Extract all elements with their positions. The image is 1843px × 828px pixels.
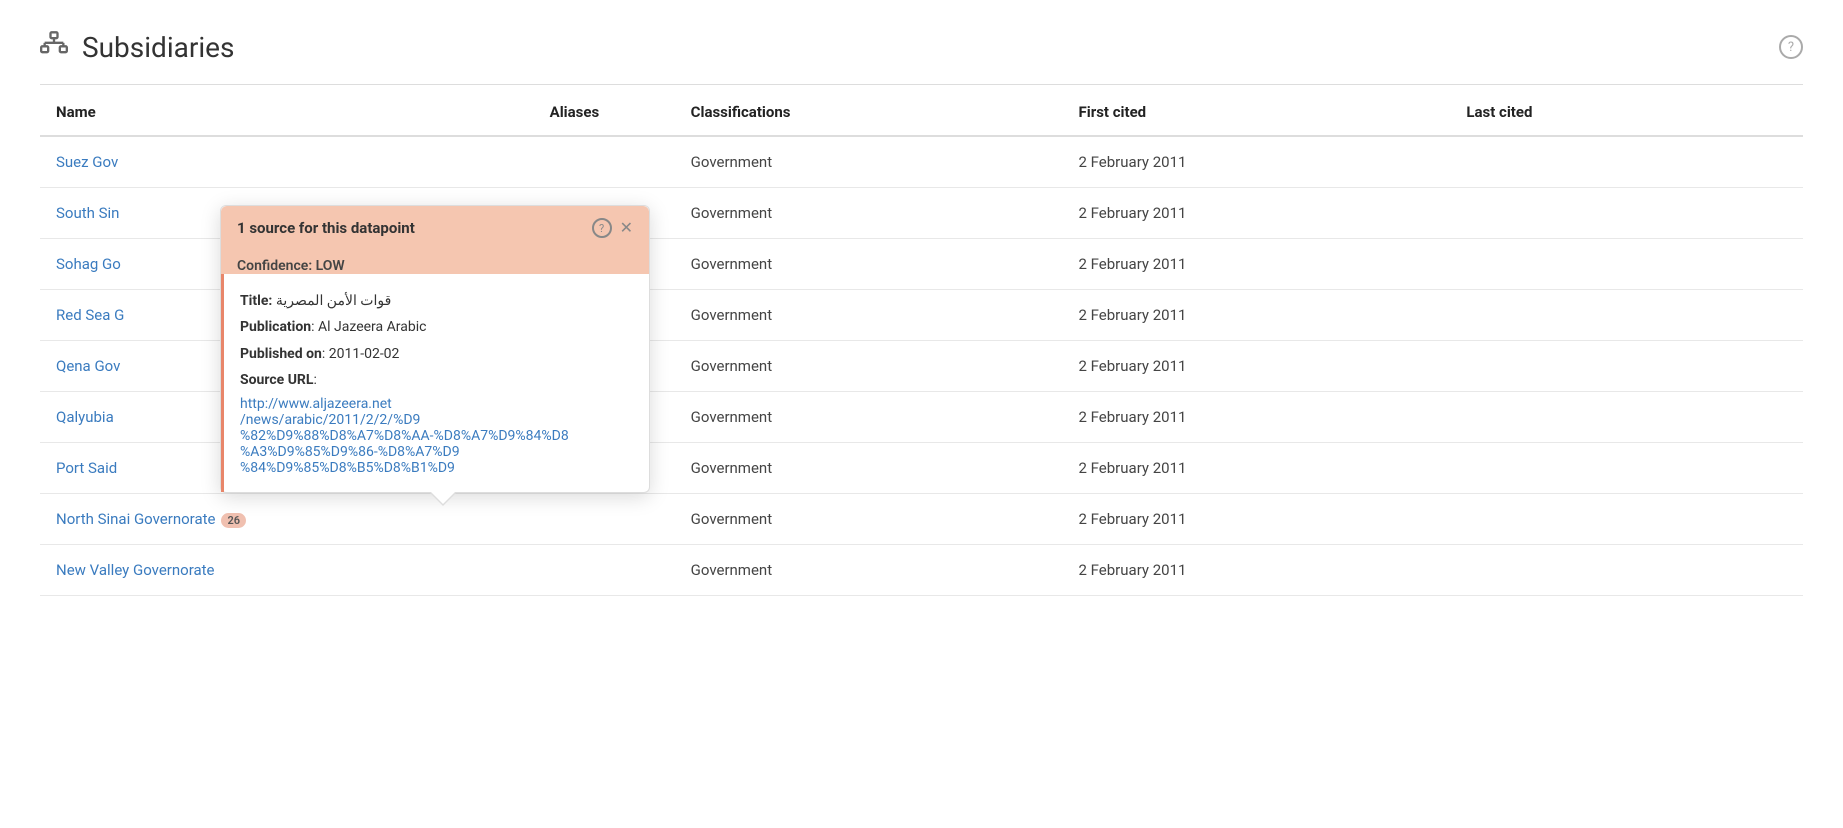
name-cell[interactable]: Suez Gov [40, 136, 534, 188]
name-link[interactable]: Suez Gov [56, 153, 118, 171]
source-url-link[interactable]: http://www.aljazeera.net/news/arabic/201… [240, 396, 633, 476]
classification-cell: Government [675, 188, 1063, 239]
popover-close-button[interactable]: ✕ [620, 220, 633, 236]
page-container: Subsidiaries ? 1 source for this datapoi… [0, 0, 1843, 828]
classification-cell: Government [675, 392, 1063, 443]
col-header-aliases: Aliases [534, 85, 675, 136]
popover-header: 1 source for this datapoint ? ✕ [221, 206, 649, 250]
table-wrapper: 1 source for this datapoint ? ✕ Confiden… [40, 85, 1803, 596]
name-link[interactable]: Red Sea G [56, 306, 124, 324]
first-cited-cell: 2 February 2011 [1063, 136, 1451, 188]
publication-label: Publication [240, 319, 311, 335]
popover-title-row: Title: قوات الأمن المصرية [240, 290, 633, 312]
popover-header-title: 1 source for this datapoint [237, 219, 415, 237]
first-cited-cell: 2 February 2011 [1063, 341, 1451, 392]
last-cited-cell [1450, 290, 1803, 341]
name-link[interactable]: New Valley Governorate [56, 561, 215, 579]
popover-confidence: Confidence: LOW [221, 250, 649, 274]
table-head: Name Aliases Classifications First cited… [40, 85, 1803, 136]
col-header-name: Name [40, 85, 534, 136]
popover-header-right: ? ✕ [592, 218, 633, 238]
aliases-cell [534, 545, 675, 596]
confidence-value: LOW [316, 258, 345, 274]
popover-body: Title: قوات الأمن المصرية Publication: A… [221, 274, 649, 492]
last-cited-cell [1450, 136, 1803, 188]
source-popover: 1 source for this datapoint ? ✕ Confiden… [220, 205, 650, 493]
published-on-value: 2011-02-02 [329, 346, 400, 362]
classification-cell: Government [675, 443, 1063, 494]
title-value: قوات الأمن المصرية [276, 293, 392, 309]
source-url-label: Source URL [240, 372, 313, 388]
classification-cell: Government [675, 494, 1063, 545]
first-cited-cell: 2 February 2011 [1063, 443, 1451, 494]
col-header-last-cited: Last cited [1450, 85, 1803, 136]
popover-published-on-row: Published on: 2011-02-02 [240, 343, 633, 365]
classification-cell: Government [675, 239, 1063, 290]
table-row: New Valley Governorate Government2 Februa… [40, 545, 1803, 596]
confidence-label: Confidence: [237, 258, 312, 274]
first-cited-cell: 2 February 2011 [1063, 290, 1451, 341]
last-cited-cell [1450, 188, 1803, 239]
page-title: Subsidiaries [82, 31, 234, 64]
last-cited-cell [1450, 443, 1803, 494]
classification-cell: Government [675, 290, 1063, 341]
col-header-classifications: Classifications [675, 85, 1063, 136]
aliases-cell [534, 136, 675, 188]
popover-source-url-row: Source URL: [240, 369, 633, 391]
name-link[interactable]: North Sinai Governorate [56, 510, 215, 528]
name-link[interactable]: Sohag Go [56, 255, 121, 273]
name-cell[interactable]: North Sinai Governorate 26 [40, 494, 534, 545]
title-label: Title: [240, 293, 272, 309]
name-cell[interactable]: New Valley Governorate [40, 545, 534, 596]
first-cited-cell: 2 February 2011 [1063, 494, 1451, 545]
published-on-label: Published on [240, 346, 322, 362]
popover-publication-row: Publication: Al Jazeera Arabic [240, 316, 633, 338]
name-link[interactable]: South Sin [56, 204, 119, 222]
popover-help-icon[interactable]: ? [592, 218, 612, 238]
classification-cell: Government [675, 545, 1063, 596]
publication-value: Al Jazeera Arabic [318, 319, 426, 335]
first-cited-cell: 2 February 2011 [1063, 239, 1451, 290]
last-cited-cell [1450, 545, 1803, 596]
table-row: Suez Gov Government2 February 2011 [40, 136, 1803, 188]
aliases-cell [534, 494, 675, 545]
first-cited-cell: 2 February 2011 [1063, 392, 1451, 443]
last-cited-cell [1450, 341, 1803, 392]
table-header-row: Name Aliases Classifications First cited… [40, 85, 1803, 136]
page-title-group: Subsidiaries [40, 30, 234, 64]
org-icon [40, 30, 68, 64]
page-header: Subsidiaries ? [40, 30, 1803, 64]
help-icon[interactable]: ? [1779, 35, 1803, 59]
name-link[interactable]: Port Said [56, 459, 117, 477]
last-cited-cell [1450, 494, 1803, 545]
last-cited-cell [1450, 239, 1803, 290]
table-row: North Sinai Governorate 26 Government2 Feb… [40, 494, 1803, 545]
col-header-first-cited: First cited [1063, 85, 1451, 136]
first-cited-cell: 2 February 2011 [1063, 545, 1451, 596]
last-cited-cell [1450, 392, 1803, 443]
name-link[interactable]: Qalyubia [56, 408, 114, 426]
classification-cell: Government [675, 341, 1063, 392]
name-badge: 26 [221, 513, 246, 528]
first-cited-cell: 2 February 2011 [1063, 188, 1451, 239]
name-link[interactable]: Qena Gov [56, 357, 120, 375]
classification-cell: Government [675, 136, 1063, 188]
